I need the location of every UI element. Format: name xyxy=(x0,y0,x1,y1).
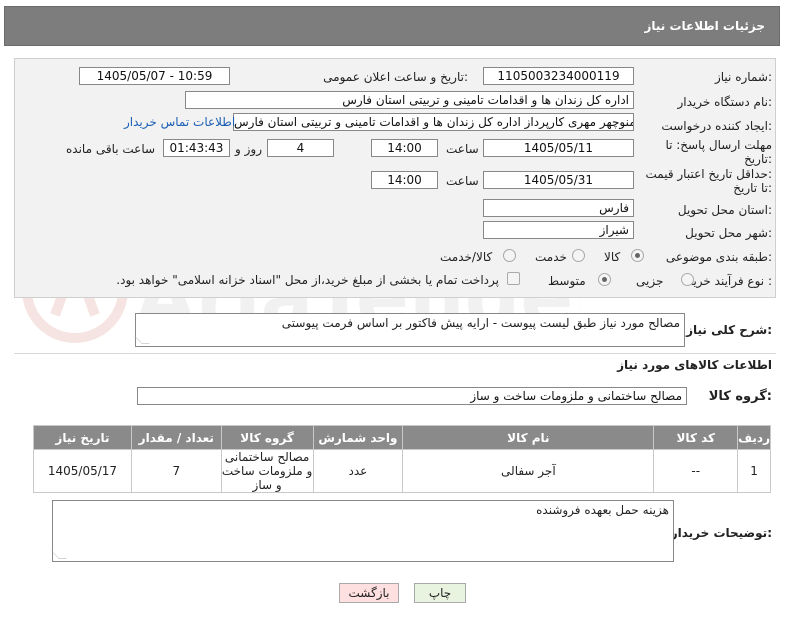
buyer-field: اداره کل زندان ها و اقدامات تامینی و ترب… xyxy=(185,91,634,109)
col-date: تاریخ نیاز xyxy=(33,425,132,450)
goods-section-title: اطلاعات کالاهای مورد نیاز xyxy=(617,358,772,372)
print-button[interactable]: چاپ xyxy=(414,583,466,603)
col-group: گروه کالا xyxy=(220,425,314,450)
col-code: کد کالا xyxy=(653,425,739,450)
announce-label: تاریخ و ساعت اعلان عمومی: xyxy=(323,70,468,84)
category-option-both: کالا/خدمت xyxy=(440,250,493,264)
process-label: نوع فرآیند خرید : xyxy=(687,274,772,288)
col-qty: تعداد / مقدار xyxy=(130,425,222,450)
resize-grip-icon[interactable] xyxy=(134,336,150,344)
days-remaining-field: 4 xyxy=(267,139,334,157)
validity-date-field: 1405/05/31 xyxy=(483,171,634,189)
buyer-contact-link[interactable]: اطلاعات تماس خریدار xyxy=(124,115,235,129)
days-label: روز و xyxy=(235,142,262,156)
goods-group-label: گروه کالا: xyxy=(708,389,772,404)
page-title: جزئیات اطلاعات نیاز xyxy=(644,19,765,33)
need-number-label: شماره نیاز: xyxy=(714,70,772,84)
cell-qty: 7 xyxy=(130,449,222,493)
category-radio-both[interactable] xyxy=(503,249,516,262)
deadline-label: مهلت ارسال پاسخ: تا xyxy=(665,138,772,152)
validity-label-2: تا تاریخ: xyxy=(733,181,772,195)
description-label: شرح کلی نیاز: xyxy=(686,323,772,337)
treasury-checkbox[interactable] xyxy=(507,272,520,285)
cell-name: آجر سفالی xyxy=(402,449,655,493)
process-option-minor: جزیی xyxy=(636,274,664,288)
province-label: استان محل تحویل: xyxy=(677,203,772,217)
process-radio-minor[interactable] xyxy=(681,273,694,286)
need-number-field: 1105003234000119 xyxy=(483,67,634,85)
col-row: ردیف xyxy=(737,425,771,450)
buyer-notes-label: توضیحات خریدار: xyxy=(670,526,772,540)
buyer-notes-text: هزینه حمل بعهده فروشنده xyxy=(536,503,669,517)
table-row: 1 -- آجر سفالی عدد مصالح ساختمانی و ملزو… xyxy=(33,449,771,493)
page-frame: جزئیات اطلاعات نیاز AriaTender.neT شماره… xyxy=(0,0,788,619)
category-label: طبقه بندی موضوعی: xyxy=(665,250,772,264)
deadline-time-field: 14:00 xyxy=(371,139,438,157)
cell-group: مصالح ساختمانی و ملزومات ساخت و ساز xyxy=(220,449,314,493)
buyer-notes-textarea[interactable]: هزینه حمل بعهده فروشنده xyxy=(51,500,674,562)
validity-time-field: 14:00 xyxy=(371,171,438,189)
province-field: فارس xyxy=(483,199,634,217)
deadline-label-2: تاریخ: xyxy=(744,152,772,166)
resize-grip-icon[interactable] xyxy=(51,551,67,559)
cell-date: 1405/05/17 xyxy=(33,449,132,493)
deadline-time-label: ساعت xyxy=(446,142,479,156)
remaining-time-label: ساعت باقی مانده xyxy=(66,142,156,156)
deadline-date-field: 1405/05/11 xyxy=(483,139,634,157)
category-option-service: خدمت xyxy=(535,250,567,264)
remaining-time-field: 01:43:43 xyxy=(163,139,230,157)
col-name: نام کالا xyxy=(402,425,655,450)
process-option-medium: متوسط xyxy=(548,274,586,288)
cell-code: -- xyxy=(653,449,739,493)
items-table-header: ردیف کد کالا نام کالا واحد شمارش گروه کا… xyxy=(33,425,771,450)
description-textarea[interactable]: مصالح مورد نیاز طبق لیست پیوست - ارایه پ… xyxy=(134,313,685,347)
back-button[interactable]: بازگشت xyxy=(339,583,399,603)
city-label: شهر محل تحویل: xyxy=(685,226,772,240)
items-table: ردیف کد کالا نام کالا واحد شمارش گروه کا… xyxy=(33,425,771,493)
cell-unit: عدد xyxy=(312,449,404,493)
buyer-label: نام دستگاه خریدار: xyxy=(677,95,773,109)
creator-label: ایجاد کننده درخواست: xyxy=(661,119,772,133)
validity-label: حداقل تاریخ اعتبار قیمت: xyxy=(645,167,772,181)
category-radio-goods[interactable] xyxy=(631,249,644,262)
category-radio-service[interactable] xyxy=(572,249,585,262)
cell-row: 1 xyxy=(737,449,771,493)
divider xyxy=(14,353,776,354)
description-text: مصالح مورد نیاز طبق لیست پیوست - ارایه پ… xyxy=(281,316,680,330)
payment-note: پرداخت تمام یا بخشی از مبلغ خرید،از محل … xyxy=(116,273,499,287)
goods-group-field: مصالح ساختمانی و ملزومات ساخت و ساز xyxy=(137,387,687,405)
process-radio-medium[interactable] xyxy=(598,273,611,286)
announce-field: 1405/05/07 - 10:59 xyxy=(79,67,230,85)
category-option-goods: کالا xyxy=(604,250,621,264)
city-field: شیراز xyxy=(483,221,634,239)
validity-time-label: ساعت xyxy=(446,174,479,188)
page-header: جزئیات اطلاعات نیاز xyxy=(4,6,780,46)
creator-field: منوچهر مهری کارپرداز اداره کل زندان ها و… xyxy=(233,113,634,131)
col-unit: واحد شمارش xyxy=(312,425,404,450)
